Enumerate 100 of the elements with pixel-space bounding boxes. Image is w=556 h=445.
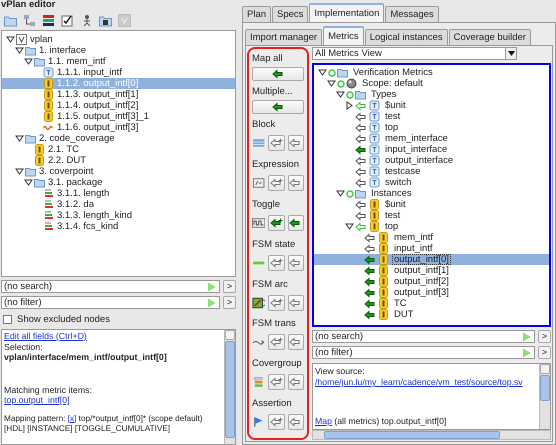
expander-icon[interactable]	[24, 57, 33, 66]
tab[interactable]: Specs	[272, 6, 308, 22]
tree-item[interactable]: 2.2. DUT	[2, 155, 235, 166]
tree-item[interactable]: output_intf[2]	[314, 276, 549, 287]
tab[interactable]: Coverage builder	[448, 29, 531, 45]
tree-item[interactable]: input_interface	[314, 144, 549, 155]
map-button[interactable]	[288, 374, 304, 390]
map-tree-button[interactable]	[268, 294, 285, 310]
next-button[interactable]: >	[538, 346, 551, 359]
next-button[interactable]: >	[223, 280, 236, 293]
tab[interactable]: Logical instances	[364, 29, 448, 45]
tab[interactable]: Plan	[242, 6, 272, 22]
tree-item[interactable]: 1.1.4. output_intf[2]	[2, 100, 235, 111]
expander-icon[interactable]	[327, 79, 336, 88]
expander-icon[interactable]	[345, 101, 354, 110]
tree-item[interactable]: output_intf[3]	[314, 287, 549, 298]
tree-item[interactable]: top	[314, 221, 549, 232]
expander-icon[interactable]	[345, 222, 354, 231]
toolbar-button[interactable]	[42, 14, 55, 27]
tree-item[interactable]: 3. coverpoint	[2, 166, 235, 177]
next-button[interactable]: >	[538, 330, 551, 343]
map-tree-button[interactable]	[268, 254, 285, 271]
expander-icon[interactable]	[336, 90, 345, 99]
expander-icon[interactable]	[336, 189, 345, 198]
tree-item[interactable]: 1.1. mem_intf	[2, 56, 235, 67]
tab[interactable]: Import manager	[245, 29, 322, 45]
tree-item[interactable]: 3.1.2. da	[2, 199, 235, 210]
tree-item[interactable]: test	[314, 210, 549, 221]
tree-item[interactable]: 1.1.1. input_intf	[2, 67, 235, 78]
tree-item[interactable]: Types	[314, 89, 549, 100]
map-link[interactable]: Map	[315, 416, 332, 426]
tree-item[interactable]: 3.1. package	[2, 177, 235, 188]
tree-item[interactable]: testcase	[314, 166, 549, 177]
map-button[interactable]	[288, 134, 304, 151]
remove-link[interactable]: [x]	[68, 414, 76, 422]
scrollbar[interactable]	[539, 364, 550, 429]
expander-icon[interactable]	[24, 178, 33, 187]
map-button[interactable]	[288, 294, 304, 310]
map-tree-button[interactable]	[268, 414, 285, 430]
map-tree-button[interactable]	[268, 374, 285, 390]
tree-item[interactable]: $unit	[314, 199, 549, 210]
tree-item[interactable]: output_intf[0]	[314, 254, 549, 265]
expander-icon[interactable]	[15, 167, 24, 176]
tree-item[interactable]: 3.1.1. length	[2, 188, 235, 199]
filter-field[interactable]: (no filter)	[1, 296, 220, 309]
map-all-button[interactable]	[252, 67, 304, 81]
map-tree-button[interactable]	[268, 334, 285, 350]
tree-item[interactable]: $unit	[314, 100, 549, 111]
expander-icon[interactable]	[6, 35, 15, 44]
tree-item[interactable]: Scope: default	[314, 78, 549, 89]
map-button[interactable]	[288, 214, 304, 231]
tree-item[interactable]: test	[314, 111, 549, 122]
edit-link[interactable]: Edit all fields (Ctrl+D)	[4, 331, 87, 341]
search-field[interactable]: (no search)	[1, 280, 220, 293]
checkbox[interactable]	[3, 315, 12, 324]
filter-field[interactable]: (no filter)	[312, 346, 535, 359]
toolbar-button[interactable]	[61, 14, 74, 27]
map-multiple-button[interactable]	[252, 100, 304, 114]
tab[interactable]: Metrics	[323, 26, 364, 45]
map-tree-button[interactable]	[268, 134, 285, 151]
map-button[interactable]	[288, 254, 304, 271]
tree-item[interactable]: Verification Metrics	[314, 67, 549, 78]
tab[interactable]: Implementation	[309, 3, 384, 22]
tree-item[interactable]: output_interface	[314, 155, 549, 166]
tree-item[interactable]: TC	[314, 298, 549, 309]
tree-item[interactable]: DUT	[314, 309, 549, 320]
expander-icon[interactable]	[15, 134, 24, 143]
tree-item[interactable]: Instances	[314, 188, 549, 199]
tree-item[interactable]: 3.1.4. fcs_kind	[2, 221, 235, 232]
tree-item[interactable]: 1.1.6. output_intf[3]	[2, 122, 235, 133]
tree-item[interactable]: 1. interface	[2, 45, 235, 56]
tree-item[interactable]: mem_interface	[314, 133, 549, 144]
map-button[interactable]	[288, 414, 304, 430]
metric-link[interactable]: top.output_intf[0]	[4, 395, 70, 405]
map-tree-button[interactable]	[268, 174, 285, 191]
expander-icon[interactable]	[15, 46, 24, 55]
tree-item[interactable]: 1.1.3. output_intf[1]	[2, 89, 235, 100]
toolbar-button[interactable]	[99, 14, 112, 27]
toolbar-button[interactable]	[23, 14, 36, 27]
tab[interactable]: Messages	[385, 6, 439, 22]
tree-item[interactable]: mem_intf	[314, 232, 549, 243]
tree-item[interactable]: 3.1.3. length_kind	[2, 210, 235, 221]
map-button[interactable]	[288, 174, 304, 191]
tree-item[interactable]: switch	[314, 177, 549, 188]
tree-item[interactable]: 2. code_coverage	[2, 133, 235, 144]
map-tree-button[interactable]	[268, 214, 285, 231]
scrollbar[interactable]	[312, 430, 551, 440]
tree-item[interactable]: top	[314, 122, 549, 133]
tree-item[interactable]: output_intf[1]	[314, 265, 549, 276]
expander-icon[interactable]	[318, 68, 327, 77]
view-dropdown[interactable]: All Metrics View	[312, 47, 517, 60]
next-button[interactable]: >	[223, 296, 236, 309]
tree-item[interactable]: 1.1.5. output_intf[3]_1	[2, 111, 235, 122]
source-path-link[interactable]: /home/jun.lu/my_learn/cadence/vm_test/source/top.sv	[315, 377, 523, 387]
map-button[interactable]	[288, 334, 304, 350]
tree-item[interactable]: input_intf	[314, 243, 549, 254]
search-field[interactable]: (no search)	[312, 330, 535, 343]
tree-item[interactable]: vplan	[2, 34, 235, 45]
tree-item[interactable]: 2.1. TC	[2, 144, 235, 155]
scrollbar[interactable]	[224, 330, 235, 444]
